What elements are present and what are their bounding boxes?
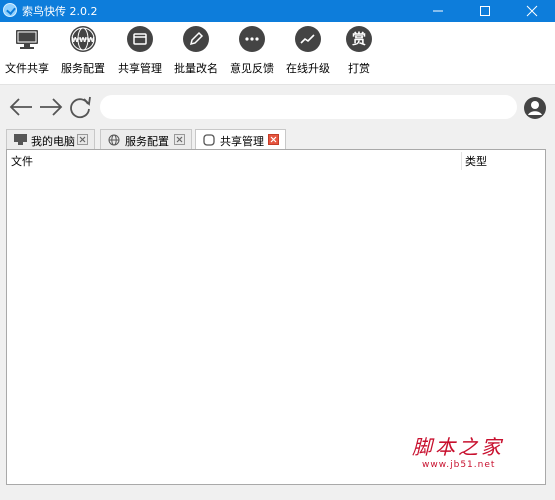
navigation-bar xyxy=(0,85,555,130)
tab-label: 我的电脑 xyxy=(31,135,75,148)
maximize-button[interactable] xyxy=(462,0,508,22)
tab-share-manage[interactable]: 共享管理 xyxy=(195,129,286,151)
tab-close-button[interactable] xyxy=(174,134,185,145)
close-button[interactable] xyxy=(509,0,555,22)
main-toolbar: 文件共享 WWW 服务配置 共享管理 批量改名 意见反馈 在线升级 赏 打赏 xyxy=(0,22,555,85)
close-icon xyxy=(79,136,86,143)
monitor-icon xyxy=(14,134,27,145)
back-arrow-icon[interactable] xyxy=(8,95,34,119)
monitor-icon xyxy=(14,26,40,52)
column-header-type[interactable]: 类型 xyxy=(465,153,487,169)
watermark-text: 脚本之家 xyxy=(412,435,504,459)
share-manage-label: 共享管理 xyxy=(118,62,162,75)
tab-my-computer[interactable]: 我的电脑 xyxy=(6,129,95,149)
watermark-url: www.jb51.net xyxy=(422,460,496,470)
column-divider[interactable] xyxy=(461,152,462,170)
trend-icon xyxy=(295,26,321,52)
reward-button[interactable]: 赏 打赏 xyxy=(329,26,389,82)
minimize-icon xyxy=(433,10,443,12)
forward-arrow-icon[interactable] xyxy=(38,95,64,119)
refresh-icon[interactable] xyxy=(68,95,94,119)
file-share-button[interactable]: 文件共享 xyxy=(0,26,57,82)
service-config-button[interactable]: WWW 服务配置 xyxy=(53,26,113,82)
www-globe-icon: WWW xyxy=(70,26,96,52)
close-icon xyxy=(526,5,538,17)
column-header-file[interactable]: 文件 xyxy=(11,153,33,169)
chat-icon xyxy=(239,26,265,52)
app-logo-icon xyxy=(3,3,17,17)
window-icon xyxy=(203,134,215,146)
title-bar: 索鸟快传 2.0.2 xyxy=(0,0,555,22)
globe-icon xyxy=(108,134,120,146)
address-input[interactable] xyxy=(100,95,517,119)
close-icon xyxy=(176,136,183,143)
feedback-label: 意见反馈 xyxy=(230,62,274,75)
file-share-label: 文件共享 xyxy=(5,62,49,75)
user-avatar-icon[interactable] xyxy=(524,97,546,119)
pencil-icon xyxy=(183,26,209,52)
tab-label: 共享管理 xyxy=(220,135,264,148)
tab-close-button[interactable] xyxy=(77,134,88,145)
tab-service-config[interactable]: 服务配置 xyxy=(100,129,192,149)
window-title: 索鸟快传 2.0.2 xyxy=(22,5,98,18)
batch-rename-label: 批量改名 xyxy=(174,62,218,75)
file-list-panel[interactable]: 文件 类型 脚本之家 www.jb51.net xyxy=(6,149,546,485)
reward-label: 打赏 xyxy=(348,62,370,75)
batch-rename-button[interactable]: 批量改名 xyxy=(166,26,226,82)
svg-text:WWW: WWW xyxy=(71,36,94,44)
feedback-button[interactable]: 意见反馈 xyxy=(222,26,282,82)
tab-close-button[interactable] xyxy=(268,134,279,145)
minimize-button[interactable] xyxy=(415,0,461,22)
site-watermark: 脚本之家 www.jb51.net xyxy=(412,431,504,470)
service-config-label: 服务配置 xyxy=(61,62,105,75)
reward-icon: 赏 xyxy=(346,26,372,52)
share-manage-button[interactable]: 共享管理 xyxy=(110,26,170,82)
tab-label: 服务配置 xyxy=(125,135,169,148)
close-icon xyxy=(270,136,277,143)
maximize-icon xyxy=(480,6,490,16)
window-icon xyxy=(127,26,153,52)
